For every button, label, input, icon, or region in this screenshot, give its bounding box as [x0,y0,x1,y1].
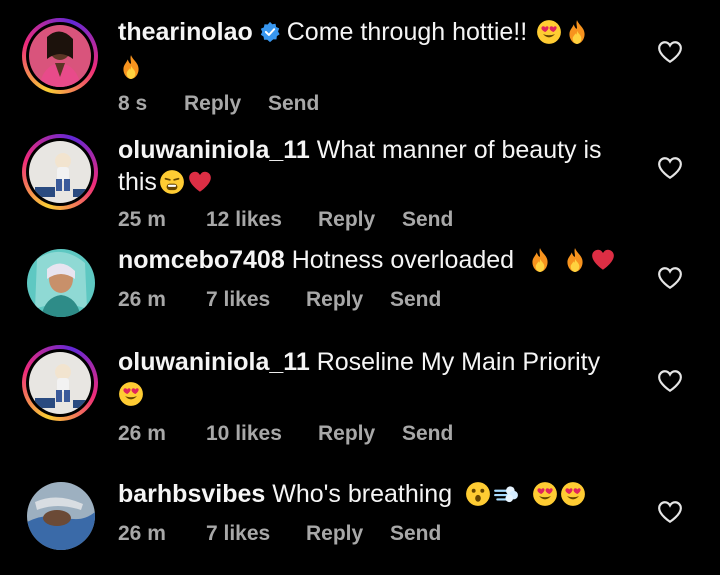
avatar [29,352,91,414]
comment-username[interactable]: nomcebo7408 [118,246,285,274]
heart-outline-icon[interactable] [657,156,683,180]
send-button[interactable]: Send [268,92,319,116]
fire-emoji-icon [527,247,553,273]
avatar [27,249,95,317]
comment-likes[interactable]: 10 likes [206,422,282,446]
fire-emoji-icon [118,54,144,80]
comment-body: oluwaniniola_11 What manner of beauty is… [118,134,638,198]
avatar-story-ring[interactable] [22,134,98,210]
comment-username[interactable]: oluwaniniola_11 [118,136,310,164]
avatar-story-ring[interactable] [22,345,98,421]
reply-button[interactable]: Reply [184,92,256,116]
comment-text: Who's breathing [272,480,453,508]
reply-button[interactable]: Reply [306,288,363,312]
avatar-wrap[interactable] [26,481,96,551]
verified-badge-icon [259,19,281,51]
comment-username[interactable]: thearinolao [118,18,253,46]
reply-button[interactable]: Reply [306,522,363,546]
send-button[interactable]: Send [402,208,453,232]
send-button[interactable]: Send [390,288,441,312]
heart-outline-icon[interactable] [657,40,683,64]
heart-eyes-emoji-icon [118,381,144,407]
fire-emoji-icon [562,247,588,273]
send-button[interactable]: Send [390,522,441,546]
avatar [29,141,91,203]
avatar [27,482,95,550]
red-heart-emoji-icon [590,247,616,273]
red-heart-emoji-icon [187,169,213,195]
comment-text: Roseline My Main Priority [316,348,601,376]
comment-meta: 8 s Reply Send [118,92,319,116]
fire-emoji-icon [564,19,590,45]
reply-button[interactable]: Reply [318,208,375,232]
send-button[interactable]: Send [402,422,453,446]
avatar [29,25,91,87]
comment-likes[interactable]: 7 likes [206,288,270,312]
weary-face-emoji-icon [159,169,185,195]
comment-body: thearinolao Come through hottie!! [118,16,638,83]
heart-eyes-emoji-icon [536,19,562,45]
heart-outline-icon[interactable] [657,500,683,524]
comment-body: nomcebo7408 Hotness overloaded [118,244,638,276]
comment-time: 26 m [118,288,166,311]
comment-text: Hotness overloaded [291,246,515,274]
comment-likes[interactable]: 7 likes [206,522,270,546]
comment-username[interactable]: oluwaniniola_11 [118,348,310,376]
comment-text: Come through hottie!! [286,18,528,46]
comment-time: 25 m [118,208,166,231]
comment-time: 26 m [118,422,166,445]
dash-emoji-icon [493,481,519,507]
heart-eyes-emoji-icon [560,481,586,507]
comment-likes[interactable]: 12 likes [206,208,282,232]
comment-body: oluwaniniola_11 Roseline My Main Priorit… [118,346,638,410]
astonished-face-emoji-icon [465,481,491,507]
avatar-wrap[interactable] [26,248,96,318]
heart-outline-icon[interactable] [657,266,683,290]
avatar-story-ring[interactable] [22,18,98,94]
reply-button[interactable]: Reply [318,422,375,446]
comment-body: barhbsvibes Who's breathing [118,478,638,510]
comment-time: 26 m [118,522,166,545]
heart-outline-icon[interactable] [657,369,683,393]
comment-username[interactable]: barhbsvibes [118,480,265,508]
heart-eyes-emoji-icon [532,481,558,507]
